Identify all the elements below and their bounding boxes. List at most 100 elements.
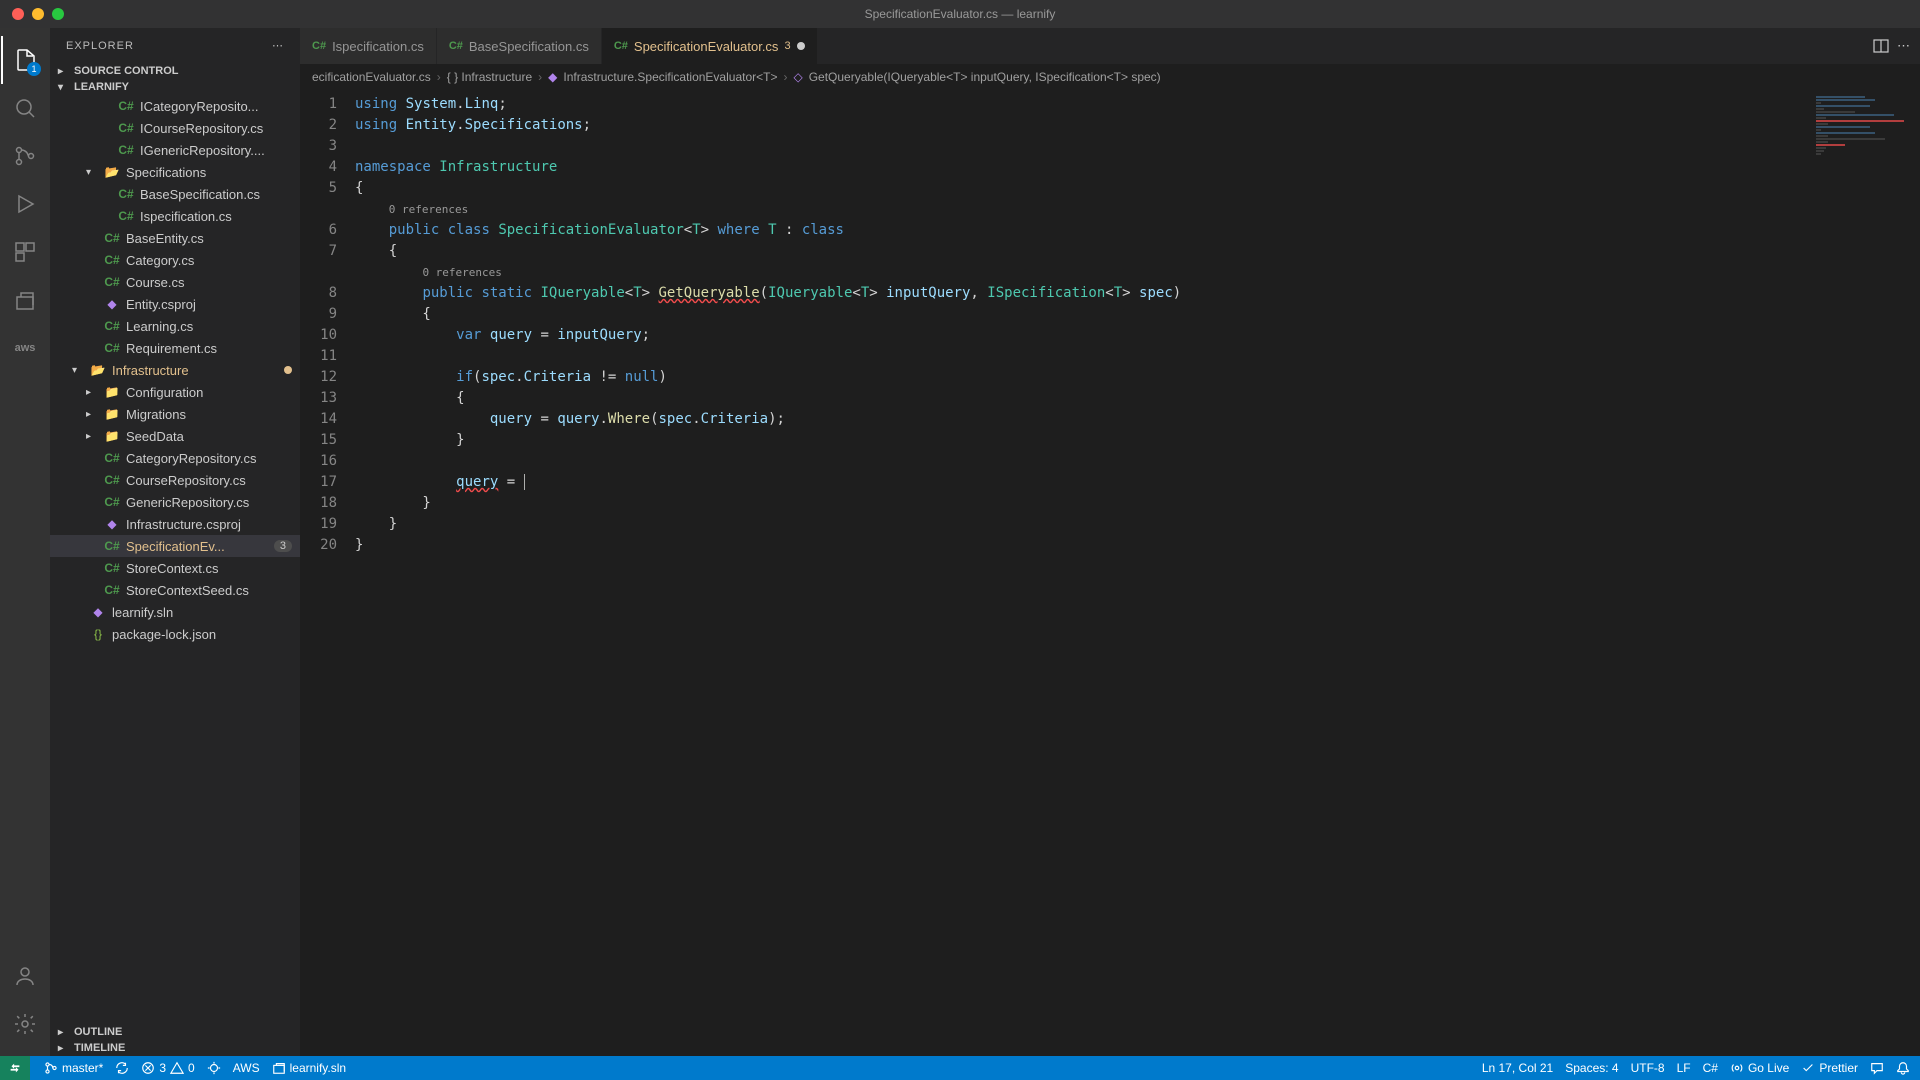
- tree-file[interactable]: C#BaseSpecification.cs: [50, 183, 300, 205]
- accounts-activity-icon[interactable]: [1, 952, 49, 1000]
- cs-icon: C#: [104, 253, 120, 267]
- tree-file[interactable]: C#Ispecification.cs: [50, 205, 300, 227]
- search-activity-icon[interactable]: [1, 84, 49, 132]
- maximize-window-button[interactable]: [52, 8, 64, 20]
- tree-file[interactable]: C#BaseEntity.cs: [50, 227, 300, 249]
- solution-activity-icon[interactable]: [1, 276, 49, 324]
- tree-file[interactable]: C#GenericRepository.cs: [50, 491, 300, 513]
- tree-item-label: Specifications: [126, 165, 206, 180]
- cursor-position-status[interactable]: Ln 17, Col 21: [1482, 1061, 1553, 1075]
- tree-folder[interactable]: ▾📂Specifications: [50, 161, 300, 183]
- outline-section[interactable]: ▸ OUTLINE: [50, 1024, 300, 1040]
- breadcrumb-item[interactable]: { } Infrastructure: [447, 70, 532, 84]
- feedback-icon[interactable]: [1870, 1061, 1884, 1075]
- aws-activity-icon[interactable]: aws: [1, 324, 49, 372]
- tree-file[interactable]: C#SpecificationEv...3: [50, 535, 300, 557]
- source-control-section[interactable]: ▸ SOURCE CONTROL: [50, 63, 300, 79]
- sidebar-more-icon[interactable]: ⋯: [272, 39, 284, 52]
- editor-tab[interactable]: C#Ispecification.cs: [300, 28, 437, 64]
- tab-problems: 3: [784, 40, 790, 52]
- tree-file[interactable]: C#CategoryRepository.cs: [50, 447, 300, 469]
- tree-item-label: BaseSpecification.cs: [140, 187, 260, 202]
- go-live-status[interactable]: Go Live: [1730, 1061, 1789, 1075]
- tree-file[interactable]: C#Requirement.cs: [50, 337, 300, 359]
- chevron-icon: ▾: [72, 365, 84, 376]
- editor-tab[interactable]: C#SpecificationEvaluator.cs3: [602, 28, 818, 64]
- chevron-right-icon: ▸: [58, 1027, 70, 1038]
- run-debug-activity-icon[interactable]: [1, 180, 49, 228]
- line-gutter: 12345 67 891011121314151617181920: [300, 90, 355, 1056]
- editor-tab[interactable]: C#BaseSpecification.cs: [437, 28, 602, 64]
- indentation-status[interactable]: Spaces: 4: [1565, 1061, 1618, 1075]
- tree-file[interactable]: C# CourseRepository.cs: [50, 469, 300, 491]
- problems-status[interactable]: 3 0: [141, 1061, 194, 1075]
- tree-file[interactable]: {}package-lock.json: [50, 623, 300, 645]
- aws-status[interactable]: AWS: [233, 1061, 260, 1075]
- tree-folder[interactable]: ▸📁SeedData: [50, 425, 300, 447]
- tree-folder[interactable]: ▾ 📂 Infrastructure: [50, 359, 300, 381]
- chevron-icon: ▾: [86, 167, 98, 178]
- timeline-section[interactable]: ▸ TIMELINE: [50, 1040, 300, 1056]
- prettier-status[interactable]: Prettier: [1801, 1061, 1858, 1075]
- tree-item-label: SpecificationEv...: [126, 539, 225, 554]
- more-actions-icon[interactable]: ⋯: [1897, 38, 1910, 54]
- tree-file[interactable]: C#StoreContextSeed.cs: [50, 579, 300, 601]
- chevron-right-icon: ›: [437, 70, 441, 84]
- tree-file[interactable]: C#Course.cs: [50, 271, 300, 293]
- explorer-activity-icon[interactable]: 1: [1, 36, 49, 84]
- chevron-icon: ▸: [86, 387, 98, 398]
- eol-status[interactable]: LF: [1677, 1061, 1691, 1075]
- tree-item-label: StoreContext.cs: [126, 561, 219, 576]
- tree-file[interactable]: C#ICourseRepository.cs: [50, 117, 300, 139]
- debug-status[interactable]: [207, 1061, 221, 1075]
- tree-folder[interactable]: ▸📁Configuration: [50, 381, 300, 403]
- cs-icon: C#: [118, 121, 134, 135]
- sln-icon: ◆: [104, 297, 120, 311]
- cs-icon: C#: [104, 583, 120, 597]
- tree-file[interactable]: ◆Infrastructure.csproj: [50, 513, 300, 535]
- cs-icon: C#: [104, 473, 120, 487]
- folder-open-icon: 📂: [90, 363, 106, 377]
- editor-tabs: C#Ispecification.csC#BaseSpecification.c…: [300, 28, 1863, 64]
- minimize-window-button[interactable]: [32, 8, 44, 20]
- encoding-status[interactable]: UTF-8: [1631, 1061, 1665, 1075]
- tree-file[interactable]: C# Category.cs: [50, 249, 300, 271]
- breadcrumbs[interactable]: ecificationEvaluator.cs › { } Infrastruc…: [300, 64, 1920, 90]
- code-content[interactable]: using System.Linq; using Entity.Specific…: [355, 90, 1810, 1056]
- close-window-button[interactable]: [12, 8, 24, 20]
- tree-file[interactable]: ◆ Entity.csproj: [50, 293, 300, 315]
- sln-icon: ◆: [104, 517, 120, 531]
- tree-folder[interactable]: ▸📁Migrations: [50, 403, 300, 425]
- tree-file[interactable]: ◆learnify.sln: [50, 601, 300, 623]
- tree-file[interactable]: C#IGenericRepository....: [50, 139, 300, 161]
- tree-item-label: learnify.sln: [112, 605, 173, 620]
- split-editor-icon[interactable]: [1873, 38, 1889, 54]
- minimap[interactable]: [1810, 90, 1920, 1056]
- tree-item-label: Infrastructure: [112, 363, 189, 378]
- code-editor[interactable]: 12345 67 891011121314151617181920 using …: [300, 90, 1920, 1056]
- remote-indicator[interactable]: [0, 1056, 30, 1080]
- tree-item-label: CourseRepository.cs: [126, 473, 246, 488]
- git-branch-status[interactable]: master*: [44, 1061, 103, 1075]
- settings-activity-icon[interactable]: [1, 1000, 49, 1048]
- tree-item-label: Entity.csproj: [126, 297, 196, 312]
- tree-item-label: Category.cs: [126, 253, 194, 268]
- source-control-activity-icon[interactable]: [1, 132, 49, 180]
- sync-status[interactable]: [115, 1061, 129, 1075]
- project-section[interactable]: ▾ LEARNIFY: [50, 79, 300, 95]
- cs-icon: C#: [104, 275, 120, 289]
- extensions-activity-icon[interactable]: [1, 228, 49, 276]
- breadcrumb-item[interactable]: Infrastructure.SpecificationEvaluator<T>: [563, 70, 777, 84]
- tab-label: SpecificationEvaluator.cs: [634, 39, 779, 54]
- file-tree[interactable]: C#ICategoryReposito...C#ICourseRepositor…: [50, 95, 300, 1024]
- tree-file[interactable]: C#ICategoryReposito...: [50, 95, 300, 117]
- breadcrumb-item[interactable]: ecificationEvaluator.cs: [312, 70, 431, 84]
- tree-file[interactable]: C#Learning.cs: [50, 315, 300, 337]
- notifications-icon[interactable]: [1896, 1061, 1910, 1075]
- method-icon: ◇: [793, 70, 802, 84]
- sln-status[interactable]: learnify.sln: [272, 1061, 346, 1075]
- breadcrumb-item[interactable]: GetQueryable(IQueryable<T> inputQuery, I…: [809, 70, 1161, 84]
- sidebar-title: EXPLORER: [66, 40, 134, 52]
- tree-file[interactable]: C#StoreContext.cs: [50, 557, 300, 579]
- language-status[interactable]: C#: [1703, 1061, 1718, 1075]
